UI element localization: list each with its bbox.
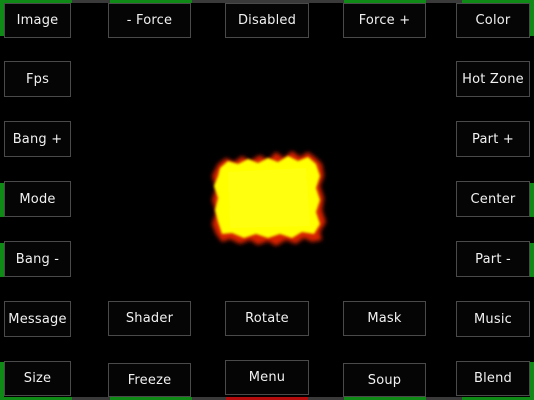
size-button[interactable]: Size	[4, 361, 71, 396]
bang-minus-button[interactable]: Bang -	[4, 241, 71, 277]
image-button[interactable]: Image	[4, 3, 71, 38]
disabled-button[interactable]: Disabled	[225, 3, 309, 38]
edge-indicator	[530, 243, 534, 277]
fps-button[interactable]: Fps	[4, 61, 71, 97]
color-button[interactable]: Color	[456, 3, 530, 38]
fire-effect	[206, 146, 330, 250]
hot-zone-button[interactable]: Hot Zone	[456, 61, 530, 97]
part-minus-button[interactable]: Part -	[456, 241, 530, 277]
freeze-button[interactable]: Freeze	[108, 363, 191, 397]
blend-button[interactable]: Blend	[456, 361, 530, 396]
edge-indicator	[530, 183, 534, 217]
rotate-button[interactable]: Rotate	[225, 301, 309, 336]
part-plus-button[interactable]: Part +	[456, 121, 530, 157]
edge-indicator	[530, 362, 534, 400]
force-plus-button[interactable]: Force +	[343, 3, 426, 38]
minus-force-button[interactable]: - Force	[108, 3, 191, 38]
menu-button[interactable]: Menu	[225, 360, 309, 395]
message-button[interactable]: Message	[4, 301, 71, 337]
fire-core-bright	[228, 168, 310, 228]
center-button[interactable]: Center	[456, 181, 530, 217]
mode-button[interactable]: Mode	[4, 181, 71, 217]
shader-button[interactable]: Shader	[108, 301, 191, 336]
music-button[interactable]: Music	[456, 301, 530, 337]
edge-indicator	[530, 0, 534, 36]
mask-button[interactable]: Mask	[343, 301, 426, 336]
bang-plus-button[interactable]: Bang +	[4, 121, 71, 157]
soup-button[interactable]: Soup	[343, 363, 426, 397]
fire-graphic	[212, 151, 326, 246]
